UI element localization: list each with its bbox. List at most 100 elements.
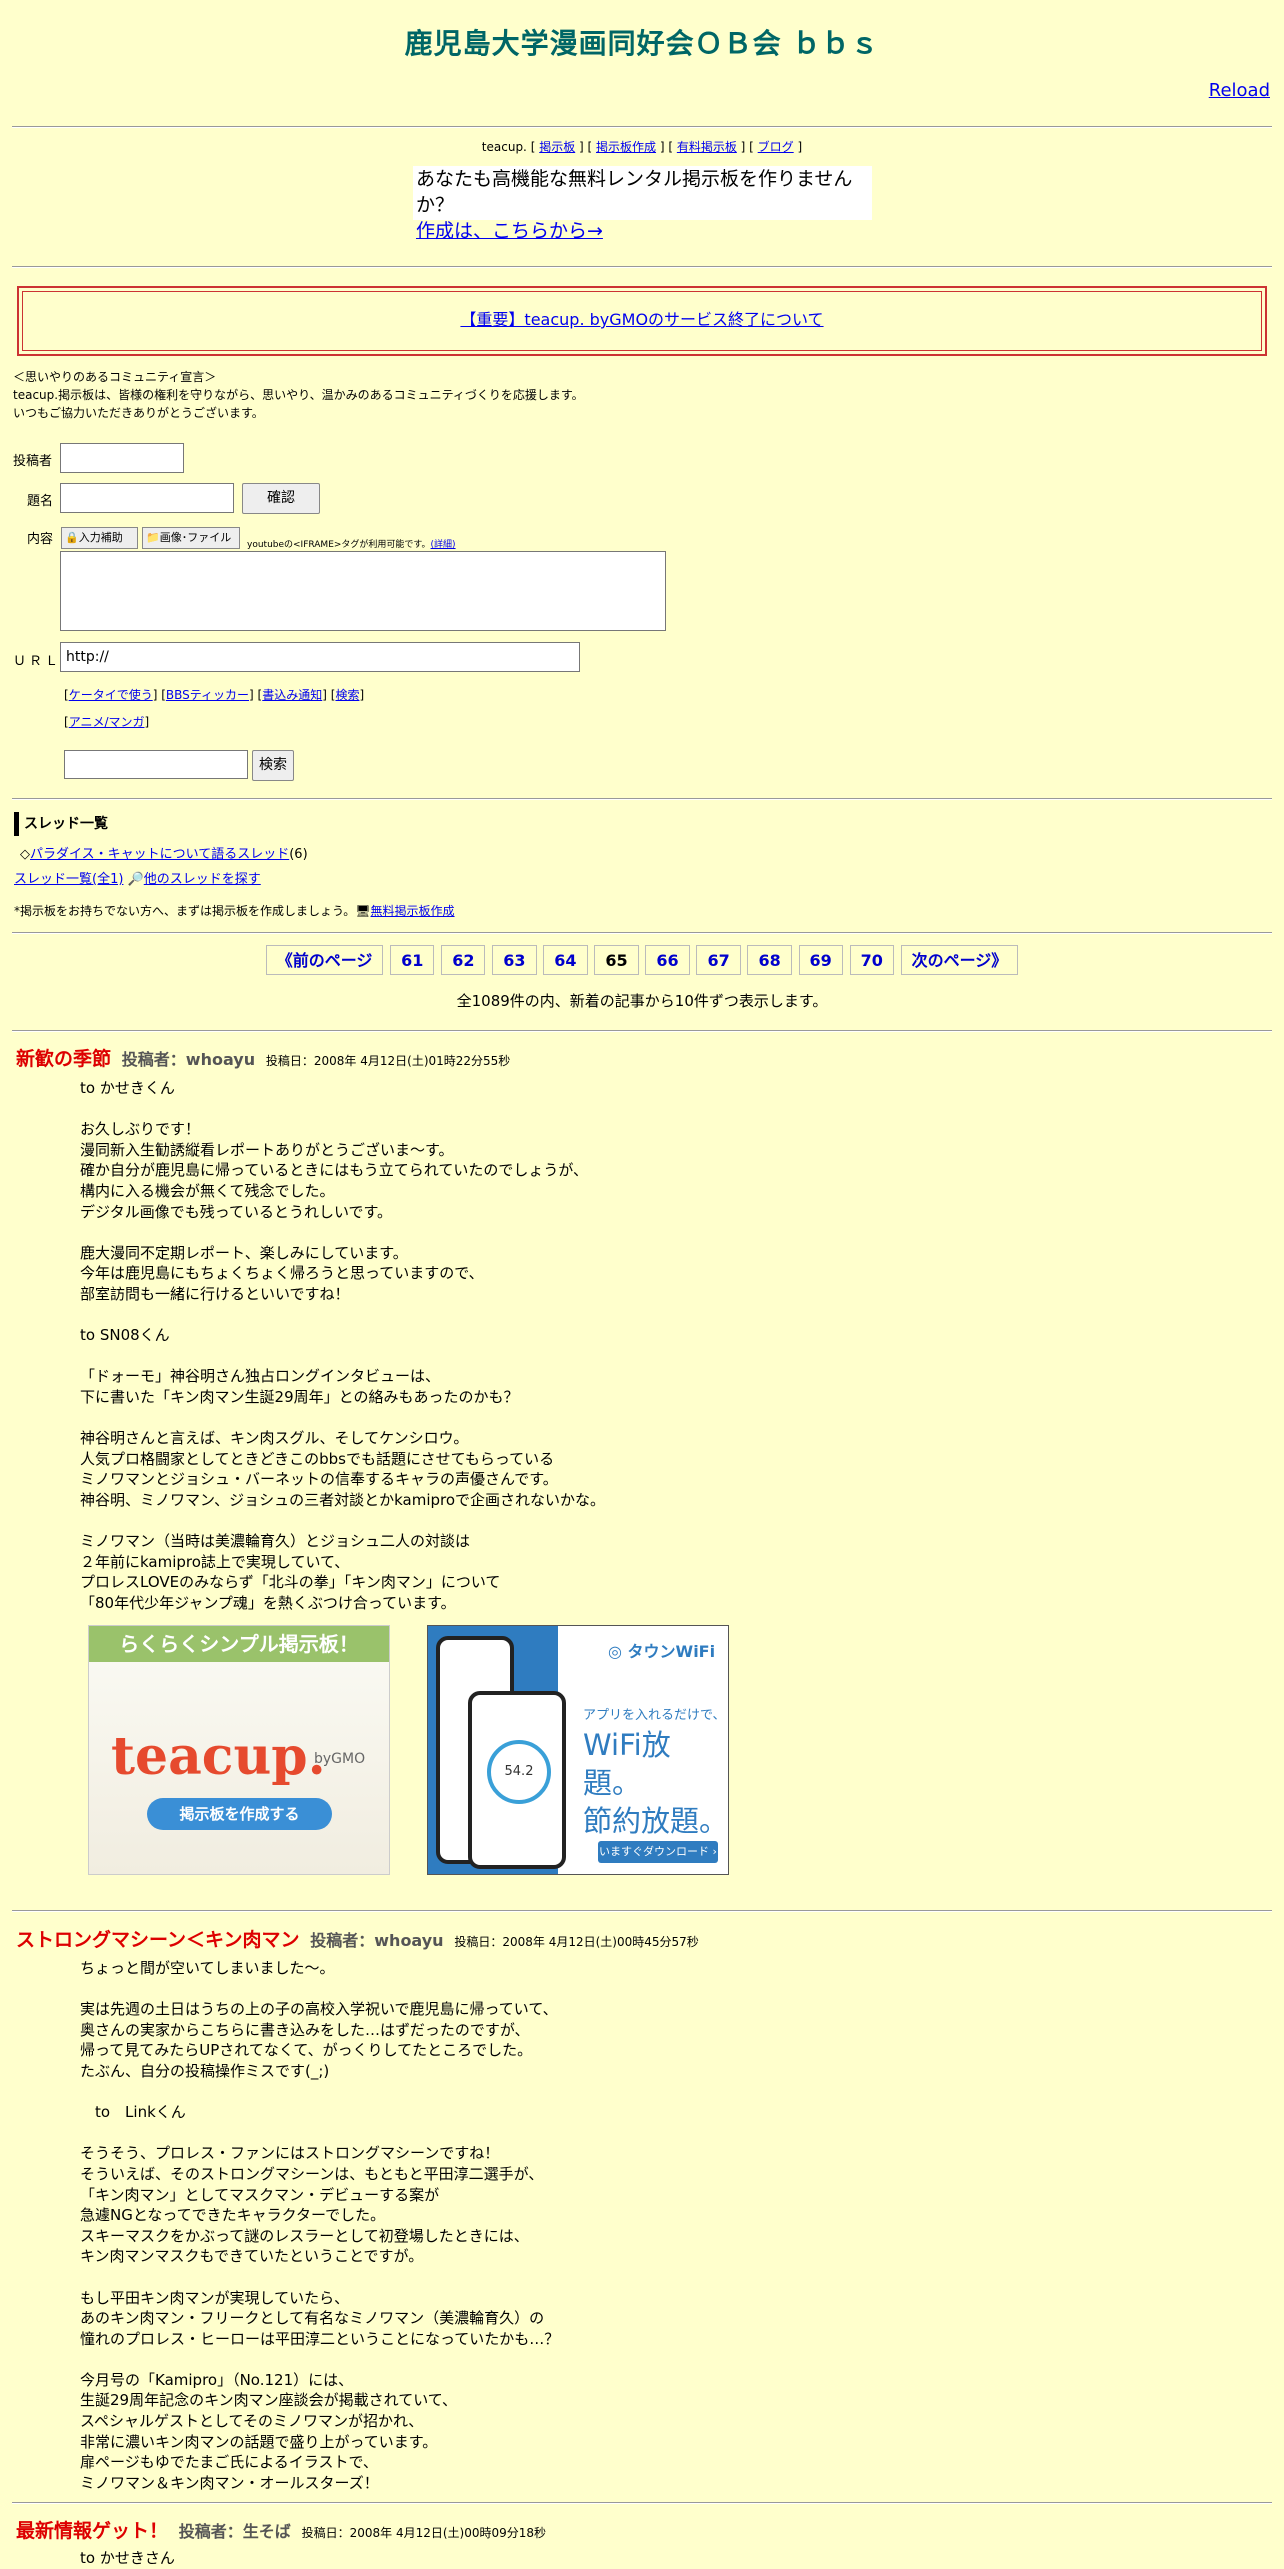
post-title: 最新情報ゲット！ (16, 2520, 169, 2542)
page-title: 鹿児島大学漫画同好会ＯＢ会 ｂｂｓ (404, 27, 880, 60)
thread-link[interactable]: パラダイス・キャットについて語るスレッド (30, 847, 289, 862)
community-declaration: ＜思いやりのあるコミュニティ宣言＞ teacup.掲示板は、皆様の権利を守りなが… (13, 368, 584, 422)
details-link[interactable]: (詳細) (431, 540, 456, 550)
post-title: 新歓の季節 (16, 1048, 112, 1070)
ad-line-2a: WiFi放題。 (583, 1728, 671, 1800)
ad-line-2: WiFi放題。節約放題。 (583, 1726, 728, 1840)
thread-nav: スレッド一覧(全1) 🔎他のスレッドを探す (14, 868, 261, 887)
page-70[interactable]: 70 (849, 945, 894, 975)
search-icon: 🔎 (127, 872, 144, 887)
page-65-current: 65 (594, 945, 639, 975)
notice-link[interactable]: 【重要】teacup. byGMOのサービス終了について (460, 310, 823, 329)
mobile-link[interactable]: ケータイで使う (69, 688, 153, 702)
wifi-brand-text: タウンWiFi (627, 1642, 716, 1661)
create-note-text: *掲示板をお持ちでない方へ、まずは掲示板を作成しましょう。 (14, 904, 356, 918)
assist-label: 入力補助 (78, 531, 123, 544)
nav-link-blog[interactable]: ブログ (758, 140, 794, 154)
author-input[interactable] (60, 443, 184, 473)
pagination: 《前のページ 61 62 63 64 65 66 67 68 69 70 次のペ… (0, 945, 1284, 975)
promo-text: あなたも高機能な無料レンタル掲示板を作りませんか？ (416, 168, 853, 216)
gmo-label: byGMO (314, 1751, 366, 1767)
download-button[interactable]: いますぐダウンロード › (598, 1841, 718, 1863)
promo-link[interactable]: 作成は、こちらから→ (416, 220, 603, 242)
create-bbs-link[interactable]: 無料掲示板作成 (371, 904, 455, 918)
youtube-note-text: youtubeの<IFRAME>タグが利用可能です。 (247, 540, 431, 550)
page-68[interactable]: 68 (747, 945, 792, 975)
page-69[interactable]: 69 (798, 945, 843, 975)
folder-icon: 📁 (146, 531, 160, 544)
teacup-ad[interactable]: らくらくシンプル掲示板！ teacup. byGMO 掲示板を作成する (88, 1625, 390, 1875)
page-67[interactable]: 67 (696, 945, 741, 975)
declaration-text: teacup.掲示板は、皆様の権利を守りながら、思いやり、温かみのあるコミュニテ… (13, 388, 584, 402)
post-body: ちょっと間が空いてしまいました～。 実は先週の土日はうちの上の子の高校入学祝いで… (80, 1959, 560, 2492)
subject-input[interactable] (60, 483, 234, 513)
phone-front-image: 54.2 (468, 1691, 566, 1869)
ad-line-1: アプリを入れるだけで、 (583, 1708, 726, 1723)
promo-box: あなたも高機能な無料レンタル掲示板を作りませんか？ 作成は、こちらから→ (413, 166, 872, 242)
post-author: 投稿者：whoayu (121, 1050, 256, 1069)
nav-link-paid[interactable]: 有料掲示板 (677, 140, 737, 154)
post-date: 投稿日：2008年 4月12日(土)00時09分18秒 (301, 2526, 547, 2540)
nav-link-create[interactable]: 掲示板作成 (596, 140, 656, 154)
page-64[interactable]: 64 (543, 945, 588, 975)
wifi-brand: ◎ タウンWiFi (608, 1638, 715, 1662)
divider (12, 1030, 1272, 1032)
divider (12, 126, 1272, 128)
page-62[interactable]: 62 (441, 945, 486, 975)
url-label: ＵＲＬ (13, 654, 62, 669)
other-threads-link[interactable]: 他のスレッドを探す (144, 872, 261, 887)
create-note: *掲示板をお持ちでない方へ、まずは掲示板を作成しましょう。🖥無料掲示板作成 (14, 902, 455, 919)
page-61[interactable]: 61 (390, 945, 435, 975)
next-page-button[interactable]: 次のページ》 (900, 945, 1019, 975)
wifi-icon: ◎ (608, 1642, 622, 1661)
brand-text: teacup. (481, 140, 527, 154)
confirm-button[interactable]: 確認 (242, 483, 320, 514)
post-author: 投稿者：生そば (178, 2522, 291, 2541)
assist-icon: 🔒 (65, 531, 79, 544)
search-button[interactable]: 検索 (252, 750, 294, 781)
image-file-button[interactable]: 📁画像･ファイル (142, 527, 240, 549)
notify-link[interactable]: 書込み通知 (262, 688, 322, 702)
divider (12, 2502, 1272, 2504)
post-date: 投稿日：2008年 4月12日(土)00時45分57秒 (454, 1935, 699, 1949)
post-header: ストロングマシーン＜キン肉マン 投稿者：whoayu 投稿日：2008年 4月1… (16, 1925, 699, 1952)
divider (12, 798, 1272, 800)
teacup-logo: teacup. (111, 1726, 326, 1787)
divider (12, 1910, 1272, 1912)
divider (12, 932, 1272, 934)
image-label: 画像･ファイル (159, 531, 232, 544)
wifi-ad[interactable]: 54.2 ◎ タウンWiFi アプリを入れるだけで、 WiFi放題。 節約放題。 … (427, 1625, 729, 1875)
post-title: ストロングマシーン＜キン肉マン (16, 1929, 300, 1951)
prev-page-button[interactable]: 《前のページ (265, 945, 384, 975)
author-label: 投稿者 (13, 454, 53, 469)
page-66[interactable]: 66 (645, 945, 690, 975)
post-author: 投稿者：whoayu (310, 1931, 444, 1950)
divider (12, 266, 1272, 268)
input-assist-button[interactable]: 🔒入力補助 (61, 527, 138, 549)
nav-link-bbs[interactable]: 掲示板 (539, 140, 575, 154)
all-threads-link[interactable]: スレッド一覧(全1) (14, 872, 123, 887)
page-63[interactable]: 63 (492, 945, 537, 975)
anime-manga-link[interactable]: アニメ/マンガ (69, 715, 145, 729)
top-nav: teacup. [ 掲示板 ] [ 掲示板作成 ] [ 有料掲示板 ] [ ブロ… (481, 140, 803, 154)
notice-box: 【重要】teacup. byGMOのサービス終了について (17, 286, 1267, 356)
search-link[interactable]: 検索 (335, 688, 359, 702)
ad-line-2b: 節約放題。 (583, 1804, 729, 1838)
youtube-note: youtubeの<IFRAME>タグが利用可能です。(詳細) (247, 537, 456, 550)
bbs-icon: 🖥 (355, 904, 371, 918)
ad-banner-text: らくらくシンプル掲示板！ (89, 1626, 389, 1662)
category-links: [アニメ/マンガ] (64, 715, 150, 729)
total-count: 全1089件の内、新着の記事から10件ずつ表示します。 (456, 992, 828, 1010)
subject-label: 題名 (27, 494, 54, 509)
reload-link[interactable]: Reload (1209, 80, 1270, 101)
search-input[interactable] (64, 750, 248, 779)
thread-item: ◇パラダイス・キャットについて語るスレッド(6) (20, 847, 308, 862)
thread-list-heading: スレッド一覧 (14, 812, 108, 836)
ticker-link[interactable]: BBSティッカー (166, 688, 249, 702)
post-header: 最新情報ゲット！ 投稿者：生そば 投稿日：2008年 4月12日(土)00時09… (16, 2516, 546, 2543)
declaration-thanks: いつもご協力いただきありがとうございます。 (13, 406, 264, 420)
url-input[interactable]: http:// (60, 642, 580, 672)
content-textarea[interactable] (60, 551, 666, 631)
create-bbs-ad-button[interactable]: 掲示板を作成する (147, 1798, 332, 1830)
speed-gauge: 54.2 (487, 1740, 551, 1804)
